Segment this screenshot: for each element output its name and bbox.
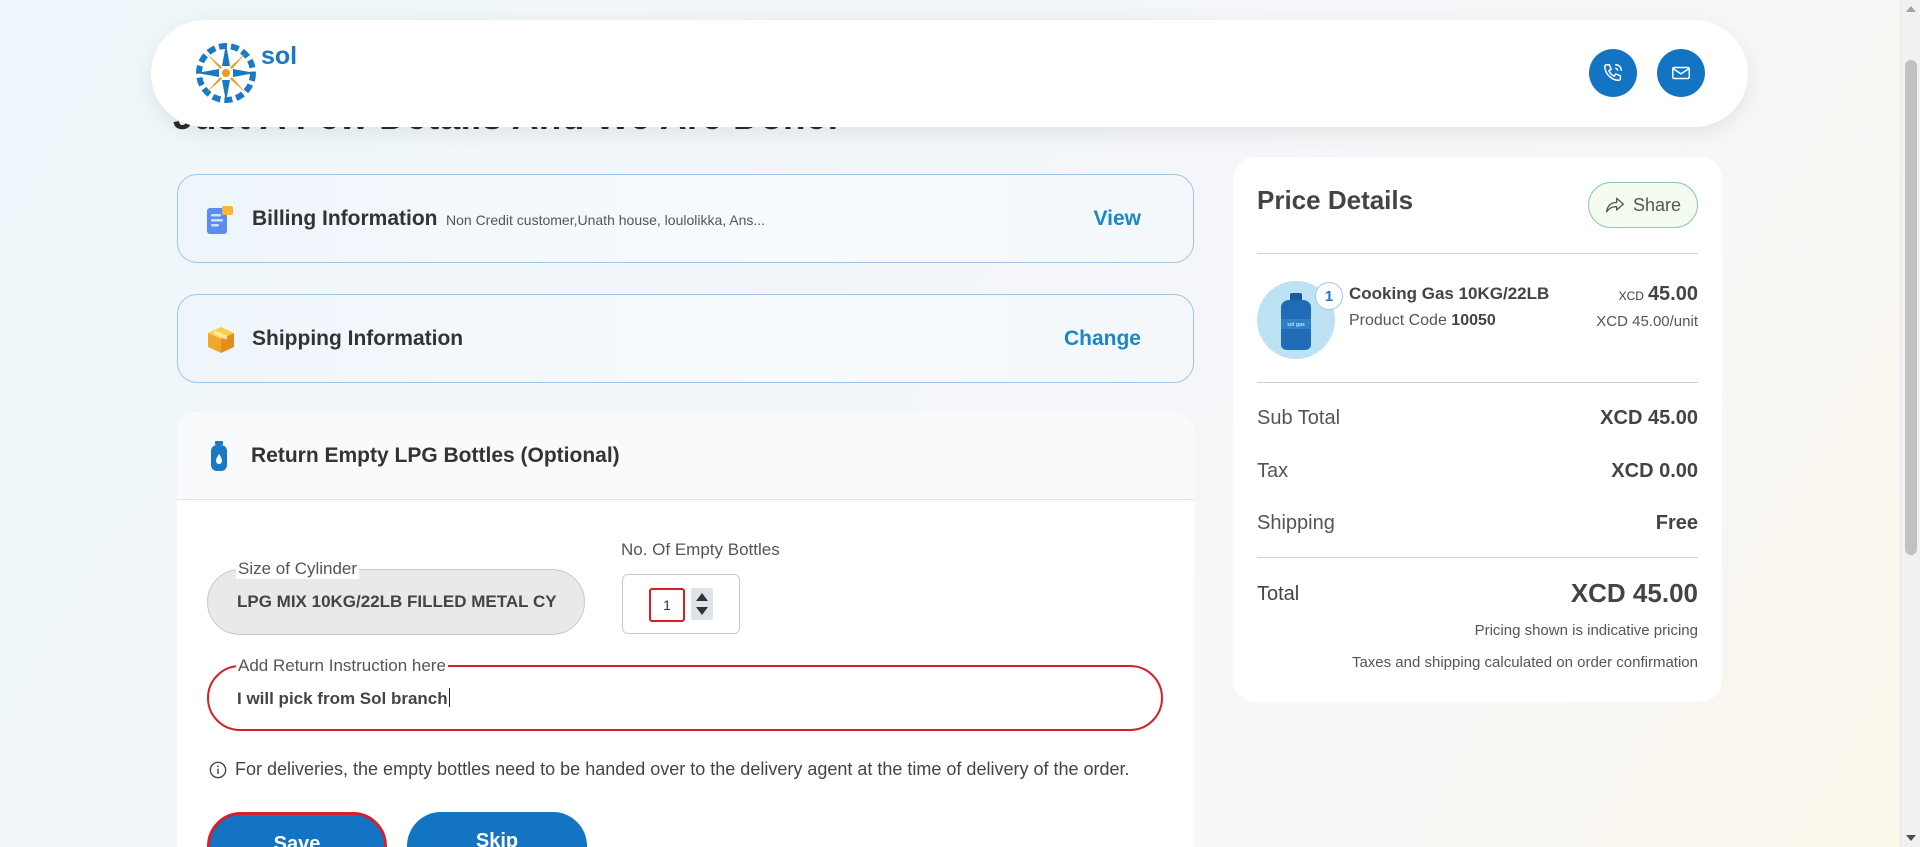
product-code-label: Product Code <box>1349 312 1447 329</box>
scroll-down-icon[interactable] <box>1906 835 1916 841</box>
tax-value: XCD 0.00 <box>1611 460 1698 482</box>
sol-logo-icon[interactable] <box>195 42 257 104</box>
shipping-cost-label: Shipping <box>1257 512 1335 534</box>
return-instruction-label: Add Return Instruction here <box>236 656 448 676</box>
price-details-card: Price Details Share sol gas 1 Cooking Ga… <box>1233 157 1722 702</box>
cylinder-size-label: Size of Cylinder <box>236 559 360 579</box>
product-price: XCD 45.00 <box>1619 283 1698 306</box>
tax-label: Tax <box>1257 460 1289 482</box>
return-instruction-value: I will pick from Sol branch <box>237 688 450 709</box>
product-unit-price: XCD 45.00/unit <box>1596 313 1698 330</box>
taxes-disclaimer: Taxes and shipping calculated on order c… <box>1351 654 1698 671</box>
return-bottles-title: Return Empty LPG Bottles (Optional) <box>251 444 620 467</box>
delivery-note-text: For deliveries, the empty bottles need t… <box>235 759 1130 779</box>
vertical-scrollbar[interactable] <box>1900 0 1920 847</box>
shipping-title: Shipping Information <box>252 327 464 350</box>
empty-bottles-input[interactable]: 1 <box>649 588 685 622</box>
return-bottles-card: Return Empty LPG Bottles (Optional) Size… <box>177 412 1194 847</box>
stepper-down-icon[interactable] <box>696 607 708 615</box>
product-price-value: 45.00 <box>1647 283 1698 305</box>
product-code: Product Code 10050 <box>1349 312 1496 330</box>
skip-button[interactable]: Skip <box>407 812 587 847</box>
billing-summary: Non Credit customer,Unath house, louloli… <box>446 212 766 228</box>
shipping-information-card: Shipping Information Change <box>177 294 1194 383</box>
svg-text:sol gas: sol gas <box>1287 322 1305 328</box>
delivery-note: For deliveries, the empty bottles need t… <box>209 759 1130 780</box>
mail-icon <box>1672 66 1690 80</box>
share-label: Share <box>1632 194 1682 215</box>
divider <box>1257 382 1698 383</box>
share-button[interactable]: Share <box>1588 182 1698 228</box>
billing-information-card: Billing Information Non Credit customer,… <box>177 174 1194 263</box>
call-button[interactable] <box>1589 49 1637 97</box>
package-icon <box>206 325 234 355</box>
scrollbar-thumb[interactable] <box>1905 60 1917 555</box>
divider <box>1257 253 1698 254</box>
site-header: sol <box>151 20 1748 127</box>
billing-view-link[interactable]: View <box>1094 207 1141 231</box>
email-button[interactable] <box>1657 49 1705 97</box>
product-name: Cooking Gas 10KG/22LB <box>1349 284 1550 303</box>
cylinder-size-value: LPG MIX 10KG/22LB FILLED METAL CYLINDER <box>237 592 557 611</box>
total-value: XCD 45.00 <box>1570 578 1698 608</box>
empty-bottles-field: 1 <box>622 574 740 634</box>
save-button[interactable]: Save <box>207 812 387 847</box>
brand-name: sol <box>261 42 298 70</box>
scroll-up-icon[interactable] <box>1906 6 1916 12</box>
shipping-change-link[interactable]: Change <box>1064 327 1141 351</box>
checkout-page: Just A Few Details And We Are Done! <box>0 0 1900 847</box>
shipping-cost-value: Free <box>1655 512 1698 534</box>
quantity-stepper[interactable] <box>691 588 713 620</box>
info-icon <box>209 761 227 778</box>
divider <box>1257 557 1698 558</box>
empty-bottles-label: No. Of Empty Bottles <box>621 540 780 559</box>
price-details-title: Price Details <box>1257 185 1414 215</box>
phone-icon <box>1604 64 1622 82</box>
share-icon <box>1605 197 1624 213</box>
pricing-disclaimer: Pricing shown is indicative pricing <box>1474 622 1698 639</box>
stepper-up-icon[interactable] <box>696 593 708 601</box>
gas-cylinder-icon <box>210 441 228 473</box>
product-currency: XCD <box>1618 289 1644 303</box>
return-instruction-text: I will pick from Sol branch <box>237 689 448 708</box>
product-code-value: 10050 <box>1451 312 1496 329</box>
return-bottles-header: Return Empty LPG Bottles (Optional) <box>177 412 1194 500</box>
subtotal-label: Sub Total <box>1257 407 1341 429</box>
document-icon <box>206 205 234 235</box>
subtotal-value: XCD 45.00 <box>1600 407 1698 429</box>
billing-title: Billing Information <box>252 207 438 230</box>
total-label: Total <box>1257 583 1300 605</box>
text-caret <box>448 688 450 707</box>
quantity-badge: 1 <box>1315 282 1343 310</box>
